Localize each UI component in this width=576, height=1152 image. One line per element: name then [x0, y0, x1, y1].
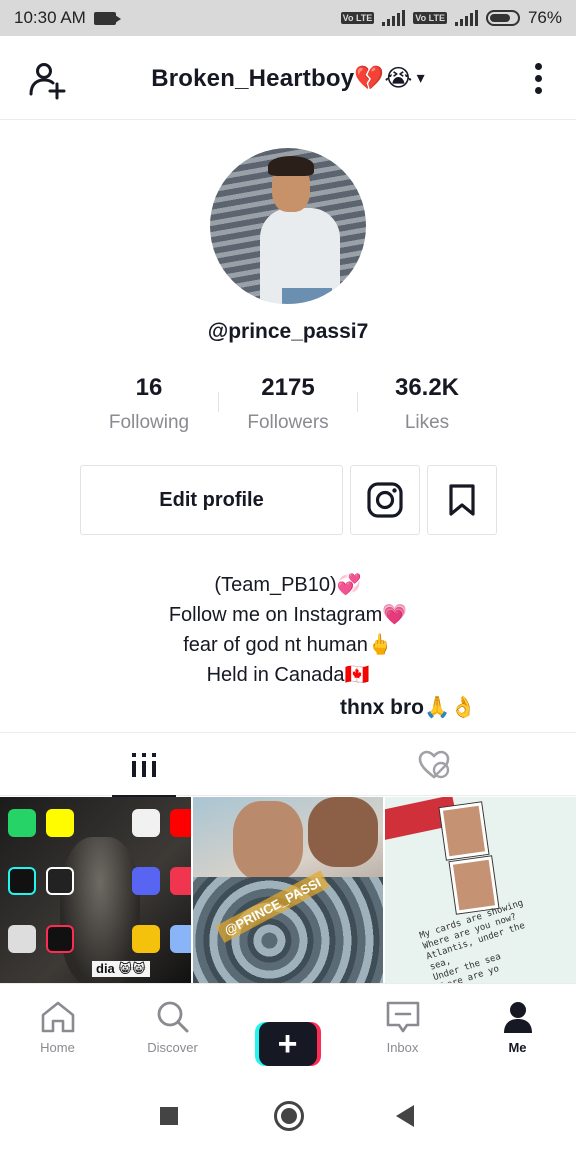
- search-icon: [157, 1001, 188, 1033]
- hidden-heart-icon: [418, 750, 450, 779]
- youtube-icon: [170, 809, 191, 837]
- profile-icon: [503, 1002, 532, 1033]
- home-icon: [41, 1001, 74, 1033]
- nav-me-label: Me: [508, 1040, 527, 1055]
- status-time-group: 10:30 AM: [14, 8, 121, 28]
- account-switcher[interactable]: Broken_Heartboy💔😭 ▾: [0, 64, 576, 93]
- profile-stats: 16 Following 2175 Followers 36.2K Likes: [80, 370, 496, 440]
- nav-home[interactable]: Home: [0, 984, 115, 1068]
- inbox-icon: [386, 1001, 419, 1033]
- tiktok-icon: [8, 867, 36, 895]
- bio-line: Follow me on Instagram💗: [168, 604, 408, 626]
- instagram-button[interactable]: [350, 465, 420, 535]
- nav-inbox[interactable]: Inbox: [345, 984, 460, 1068]
- snapchat-icon: [46, 809, 74, 837]
- file-icon: [132, 925, 160, 953]
- tiktok-app-icon: [46, 925, 74, 953]
- stat-followers[interactable]: 2175 Followers: [219, 370, 357, 440]
- stat-following-count: 16: [135, 374, 163, 401]
- bio-line: fear of god nt human🖕: [183, 634, 393, 656]
- stat-likes[interactable]: 36.2K Likes: [358, 370, 496, 440]
- stat-likes-count: 36.2K: [394, 374, 460, 401]
- battery-percent: 76%: [527, 8, 562, 27]
- battery-icon: [485, 10, 520, 26]
- status-bar: 10:30 AM Vo LTE Vo LTE 76%: [0, 0, 576, 36]
- nav-me[interactable]: Me: [460, 984, 575, 1068]
- tab-videos[interactable]: [112, 733, 176, 798]
- video-grid: dia 😸😸 @PRINCE_PASSI My cards are showin…: [0, 797, 576, 983]
- nav-inbox-label: Inbox: [386, 1040, 419, 1055]
- whatsapp-icon: [8, 809, 36, 837]
- stat-likes-label: Likes: [404, 412, 450, 433]
- create-button[interactable]: +: [254, 1022, 321, 1066]
- stat-followers-count: 2175: [261, 374, 315, 401]
- grid-videos-icon: [132, 753, 156, 777]
- nav-discover-label: Discover: [147, 1040, 198, 1055]
- stat-following-label: Following: [108, 412, 190, 433]
- bio-line: Held in Canada🇨🇦: [206, 664, 370, 686]
- stat-following[interactable]: 16 Following: [80, 370, 218, 440]
- thumbnail-caption: dia 😸😸: [92, 961, 150, 977]
- bio-line: (Team_PB10)💞: [214, 574, 362, 596]
- system-nav-bar: [0, 1067, 576, 1152]
- gallery-icon: [170, 925, 191, 953]
- video-thumbnail[interactable]: @PRINCE_PASSI: [192, 797, 384, 983]
- nav-create[interactable]: +: [230, 984, 345, 1068]
- bio: (Team_PB10)💞 Follow me on Instagram💗 fea…: [0, 570, 576, 690]
- plus-icon: +: [258, 1022, 317, 1066]
- volte-2-badge: Vo LTE: [413, 12, 447, 24]
- volte-1-badge: Vo LTE: [340, 12, 375, 24]
- profile-tabs: [0, 732, 576, 798]
- avatar[interactable]: [210, 148, 366, 304]
- video-thumbnail[interactable]: dia 😸😸: [0, 797, 191, 983]
- stat-followers-label: Followers: [247, 412, 329, 433]
- username: @prince_passi7: [207, 320, 369, 343]
- back-icon[interactable]: [396, 1105, 414, 1127]
- nav-home-label: Home: [40, 1040, 75, 1055]
- tiktok-lite-icon: [46, 867, 74, 895]
- more-options-icon[interactable]: [528, 60, 548, 96]
- tab-liked[interactable]: [402, 733, 466, 797]
- chevron-down-icon: ▾: [416, 70, 425, 87]
- bookmark-icon: [449, 484, 475, 516]
- tik-icon: [8, 925, 36, 953]
- instagram-icon: [367, 482, 403, 518]
- signal-1-icon: [382, 10, 406, 26]
- display-name: Broken_Heartboy💔😭: [151, 65, 413, 92]
- video-thumbnail[interactable]: My cards are showing Where are you now? …: [385, 797, 576, 983]
- recents-icon[interactable]: [160, 1107, 178, 1125]
- favorites-button[interactable]: [427, 465, 497, 535]
- status-indicators: Vo LTE Vo LTE 76%: [340, 8, 562, 28]
- play-store-icon: [132, 809, 160, 837]
- status-time: 10:30 AM: [14, 8, 86, 27]
- profile-header: Broken_Heartboy💔😭 ▾: [0, 36, 576, 120]
- home-button-icon[interactable]: [274, 1101, 304, 1131]
- nav-discover[interactable]: Discover: [115, 984, 230, 1068]
- music-icon: [170, 867, 191, 895]
- bottom-nav: Home Discover + Inbox Me: [0, 983, 576, 1067]
- discord-icon: [132, 867, 160, 895]
- video-camera-icon: [93, 11, 121, 25]
- overlay-comment: thnx bro🙏👌: [336, 696, 481, 720]
- battery-fill: [489, 14, 510, 22]
- signal-2-icon: [454, 10, 478, 26]
- edit-profile-button[interactable]: Edit profile: [80, 465, 343, 535]
